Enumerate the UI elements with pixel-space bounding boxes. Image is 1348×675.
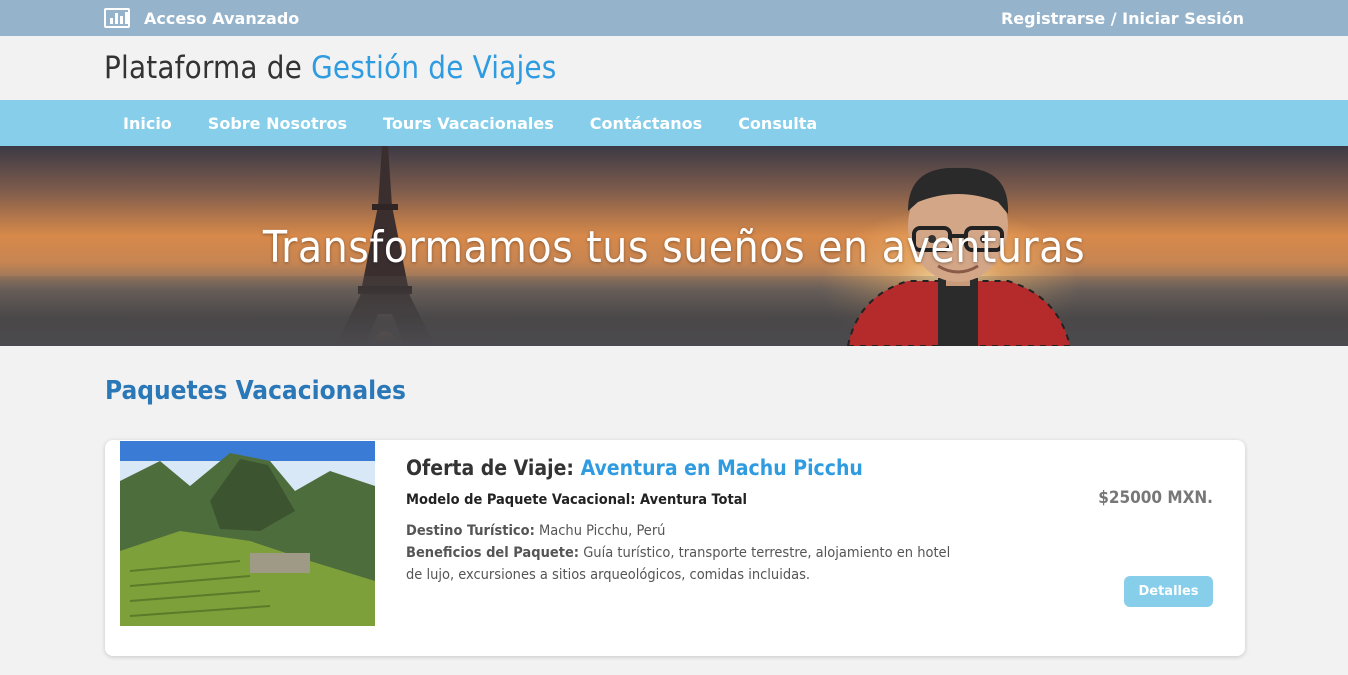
machu-picchu-photo [120, 441, 375, 626]
site-title-prefix: Plataforma de [104, 50, 303, 86]
advanced-access[interactable]: Acceso Avanzado [104, 0, 299, 36]
package-info: Oferta de Viaje: Aventura en Machu Picch… [406, 456, 966, 586]
site-title[interactable]: Plataforma de Gestión de Viajes [104, 50, 557, 86]
section-title: Paquetes Vacacionales [105, 376, 406, 406]
main-nav: Inicio Sobre Nosotros Tours Vacacionales… [0, 100, 1348, 146]
advanced-access-label: Acceso Avanzado [144, 8, 300, 28]
nav-item-inicio[interactable]: Inicio [105, 114, 190, 133]
destination-line: Destino Turístico: Machu Picchu, Perú [406, 520, 966, 542]
hero-headline: Transformamos tus sueños en aventuras [262, 222, 1086, 273]
package-card: Oferta de Viaje: Aventura en Machu Picch… [105, 440, 1245, 656]
top-bar: Acceso Avanzado Registrarse / Iniciar Se… [0, 0, 1348, 36]
site-title-accent: Gestión de Viajes [311, 50, 557, 86]
nav-item-contactanos[interactable]: Contáctanos [572, 114, 720, 133]
brand-header: Plataforma de Gestión de Viajes [0, 36, 1348, 100]
nav-item-sobre-nosotros[interactable]: Sobre Nosotros [190, 114, 365, 133]
package-price: $25000 MXN. [1098, 488, 1213, 508]
nav-item-consulta[interactable]: Consulta [720, 114, 835, 133]
offer-prefix: Oferta de Viaje: [406, 456, 574, 480]
package-model: Modelo de Paquete Vacacional: Aventura T… [406, 492, 747, 508]
destination-value: Machu Picchu, Perú [539, 523, 666, 539]
details-button[interactable]: Detalles [1124, 576, 1213, 607]
register-login-link[interactable]: Registrarse / Iniciar Sesión [1001, 0, 1244, 36]
city-skyline [0, 276, 1348, 346]
nav-item-tours-vacacionales[interactable]: Tours Vacacionales [365, 114, 572, 133]
hero-banner: Transformamos tus sueños en aventuras [0, 146, 1348, 346]
offer-name[interactable]: Aventura en Machu Picchu [581, 456, 863, 480]
benefits-label: Beneficios del Paquete: [406, 545, 580, 561]
benefits-line: Beneficios del Paquete: Guía turístico, … [406, 542, 966, 586]
bar-chart-icon [104, 8, 130, 28]
offer-title: Oferta de Viaje: Aventura en Machu Picch… [406, 456, 966, 480]
destination-label: Destino Turístico: [406, 523, 535, 539]
